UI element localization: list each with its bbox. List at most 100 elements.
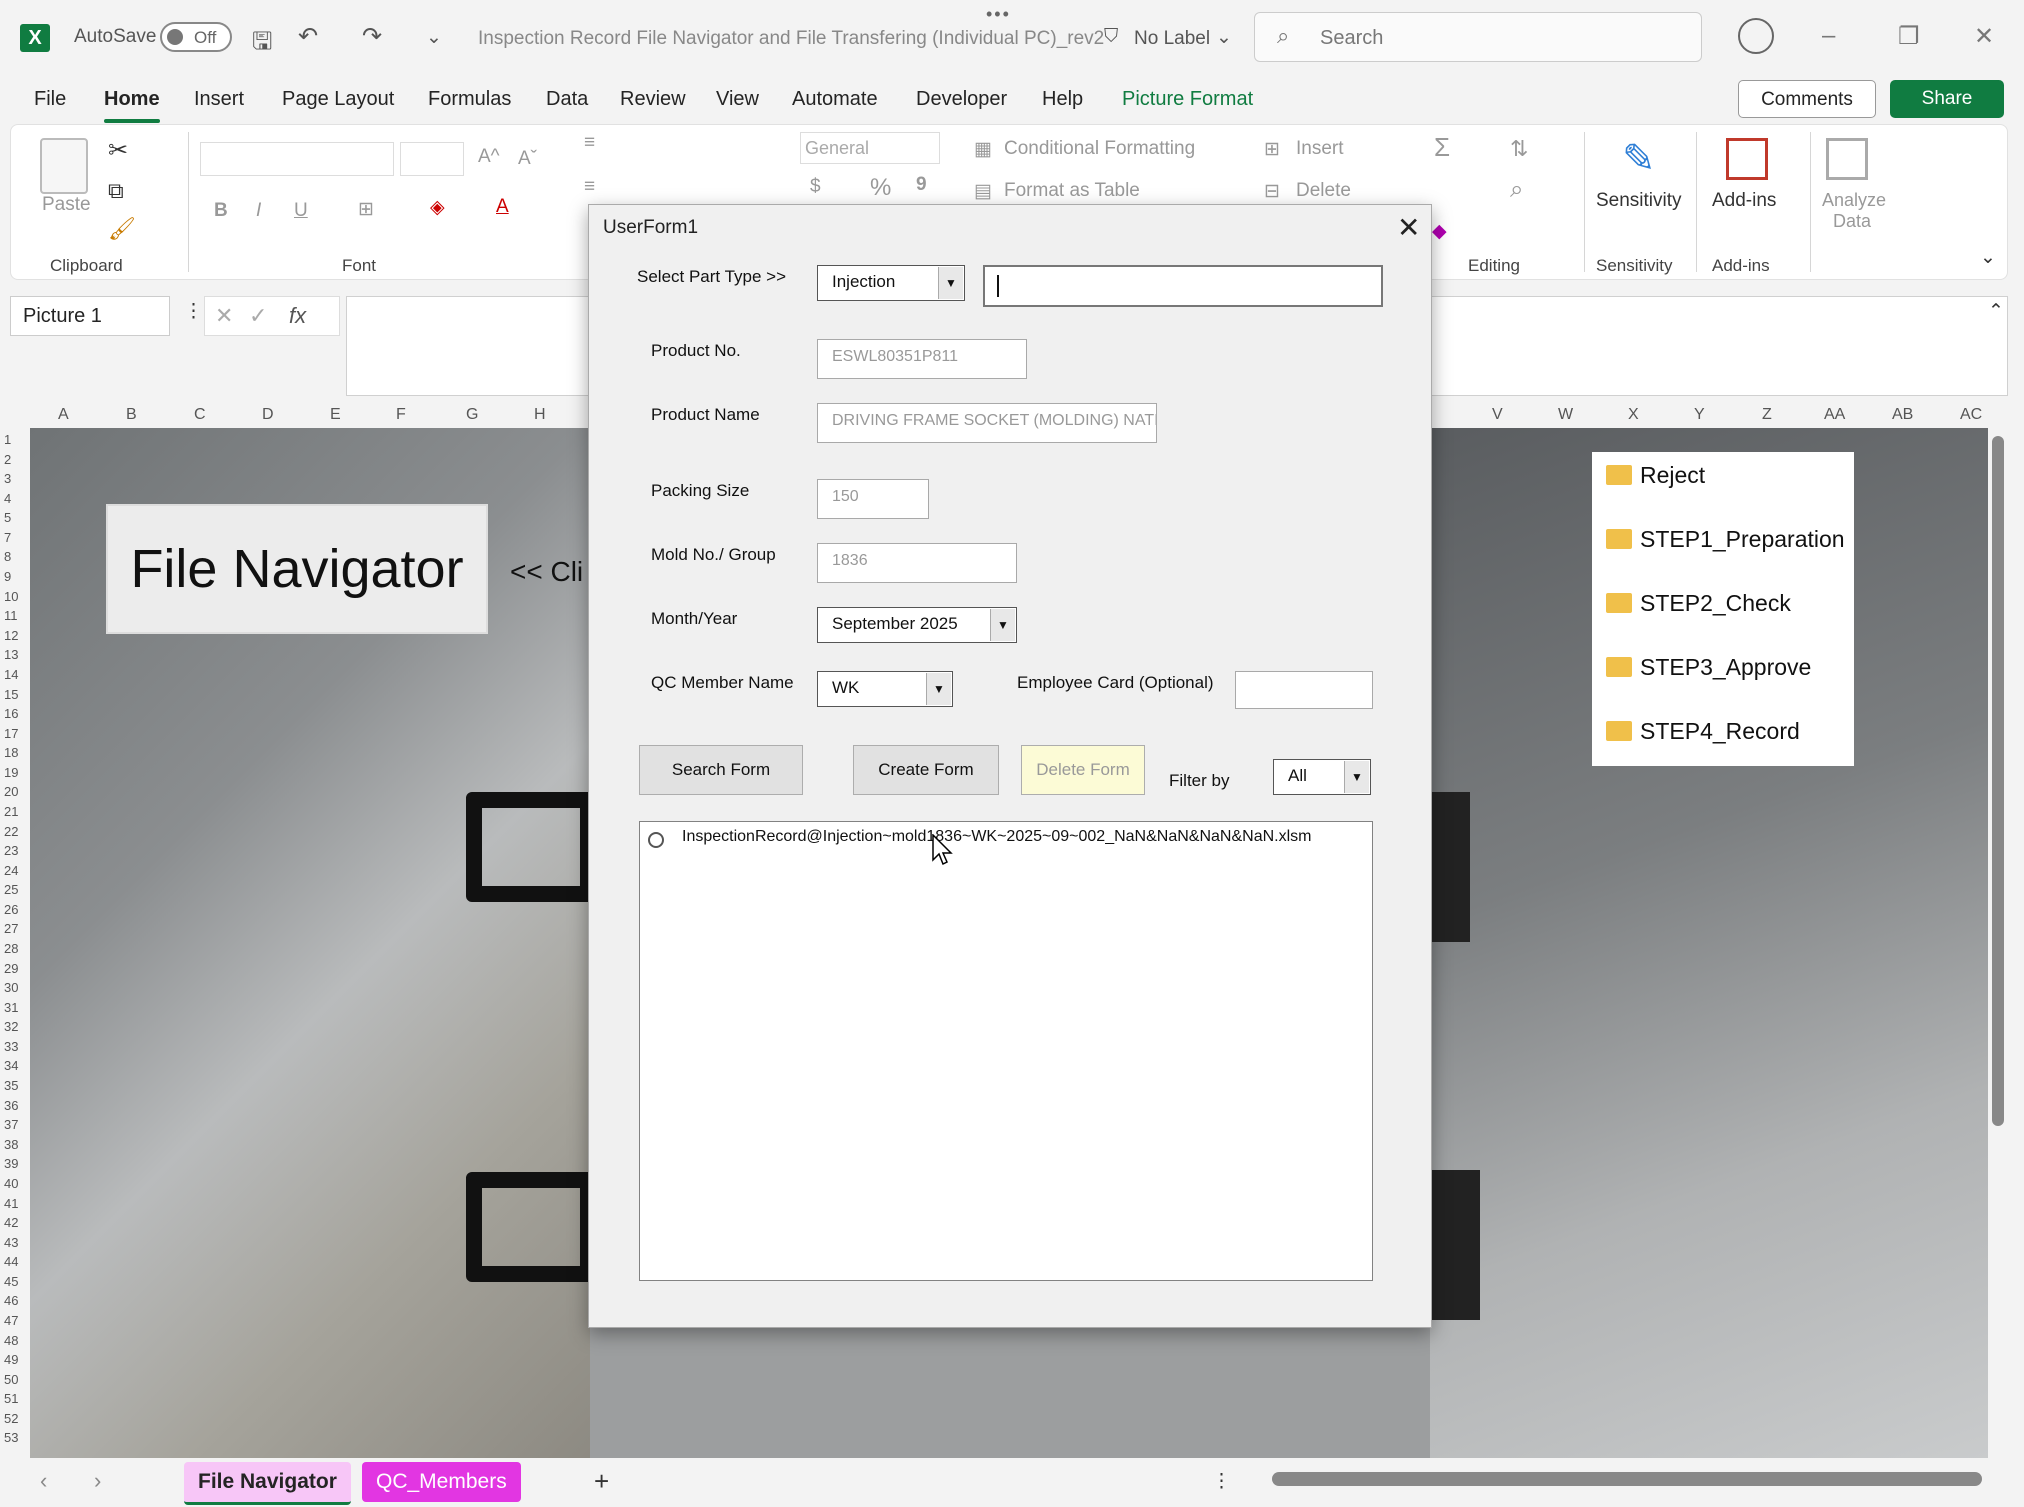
row-header[interactable]: 49 [4, 1352, 18, 1367]
monitor-icon[interactable] [466, 1172, 596, 1282]
tab-picture-format[interactable]: Picture Format [1122, 88, 1253, 111]
more-formula-icon[interactable]: ⋮ [184, 300, 203, 323]
folder-step1[interactable]: STEP1_Preparation [1606, 526, 1845, 553]
packing-size-field[interactable]: 150 [817, 479, 929, 519]
row-header[interactable]: 47 [4, 1313, 18, 1328]
column-header[interactable]: D [262, 406, 274, 424]
file-navigator-button[interactable]: File Navigator [106, 504, 488, 634]
column-header[interactable]: X [1628, 406, 1639, 424]
underline-button[interactable]: U [294, 200, 308, 222]
comma-button[interactable]: 9 [916, 174, 927, 196]
row-header[interactable]: 15 [4, 687, 18, 702]
row-header[interactable]: 4 [4, 491, 11, 506]
column-header[interactable]: B [126, 406, 137, 424]
sort-filter-icon[interactable]: ⇅ [1510, 136, 1528, 162]
insert-function-button[interactable]: fx [289, 303, 306, 329]
row-header[interactable]: 34 [4, 1058, 18, 1073]
tab-home[interactable]: Home [104, 88, 160, 123]
tab-automate[interactable]: Automate [792, 88, 878, 111]
autosave-toggle[interactable]: Off [160, 22, 232, 52]
enter-icon[interactable]: ✓ [249, 303, 267, 329]
row-header[interactable]: 45 [4, 1274, 18, 1289]
row-header[interactable]: 53 [4, 1430, 18, 1445]
row-header[interactable]: 23 [4, 843, 18, 858]
filter-select[interactable]: All ▼ [1273, 759, 1371, 795]
currency-button[interactable]: $ [810, 176, 821, 198]
avatar-icon[interactable] [1738, 18, 1774, 54]
row-header[interactable]: 30 [4, 980, 18, 995]
tab-help[interactable]: Help [1042, 88, 1083, 111]
number-format-select[interactable]: General [800, 132, 940, 164]
conditional-formatting-button[interactable]: Conditional Formatting [1004, 138, 1195, 160]
row-header[interactable]: 7 [4, 530, 11, 545]
delete-cells-icon[interactable]: ⊟ [1264, 180, 1280, 203]
tab-formulas[interactable]: Formulas [428, 88, 511, 111]
row-header[interactable]: 31 [4, 1000, 18, 1015]
more-options-icon[interactable]: ••• [986, 4, 1011, 25]
row-header[interactable]: 18 [4, 745, 18, 760]
row-header[interactable]: 14 [4, 667, 18, 682]
analyze-data-button[interactable]: Analyze Data [1822, 190, 1886, 232]
ribbon-collapse-icon[interactable]: ⌄ [1980, 246, 1996, 269]
sheet-tab-file-navigator[interactable]: File Navigator [184, 1462, 351, 1505]
dropdown-arrow-icon[interactable]: ▼ [1344, 761, 1369, 793]
insert-cells-button[interactable]: Insert [1296, 138, 1344, 160]
row-header[interactable]: 33 [4, 1039, 18, 1054]
row-header[interactable]: 46 [4, 1293, 18, 1308]
clear-icon[interactable]: ◆ [1432, 220, 1447, 243]
format-table-icon[interactable]: ▤ [974, 180, 992, 203]
add-sheet-button[interactable]: + [594, 1466, 609, 1497]
create-form-button[interactable]: Create Form [853, 745, 999, 795]
row-header[interactable]: 32 [4, 1019, 18, 1034]
row-header[interactable]: 9 [4, 569, 11, 584]
redo-icon[interactable]: ↷ [362, 22, 382, 51]
search-box[interactable]: ⌕ Search [1254, 12, 1702, 62]
align-left-icon[interactable]: ≡ [584, 176, 595, 198]
italic-button[interactable]: I [256, 200, 261, 222]
row-header[interactable]: 11 [4, 608, 18, 623]
sensitivity-button[interactable]: Sensitivity [1596, 190, 1682, 212]
part-type-select[interactable]: Injection ▼ [817, 265, 965, 301]
cut-icon[interactable]: ✂ [108, 136, 128, 165]
comments-button[interactable]: Comments [1738, 80, 1876, 118]
row-header[interactable]: 17 [4, 726, 18, 741]
sheet-tab-qc-members[interactable]: QC_Members [362, 1462, 521, 1502]
row-header[interactable]: 28 [4, 941, 18, 956]
column-header[interactable]: H [534, 406, 546, 424]
cancel-icon[interactable]: ✕ [215, 303, 233, 329]
tab-developer[interactable]: Developer [916, 88, 1007, 111]
row-header[interactable]: 40 [4, 1176, 18, 1191]
close-window-icon[interactable]: ✕ [1974, 22, 1994, 51]
horizontal-scroll-thumb[interactable] [1272, 1472, 1982, 1486]
folder-step4[interactable]: STEP4_Record [1606, 718, 1800, 745]
sensitivity-label[interactable]: No Label [1134, 28, 1210, 50]
paste-button[interactable]: Paste [42, 194, 91, 216]
find-select-icon[interactable]: ⌕ [1510, 176, 1523, 204]
conditional-formatting-icon[interactable]: ▦ [974, 138, 992, 161]
row-header[interactable]: 41 [4, 1196, 18, 1211]
font-family-select[interactable] [200, 142, 394, 176]
tab-insert[interactable]: Insert [194, 88, 244, 111]
column-header[interactable]: AA [1824, 406, 1845, 424]
row-header[interactable]: 12 [4, 628, 18, 643]
format-as-table-button[interactable]: Format as Table [1004, 180, 1140, 202]
decrease-font-icon[interactable]: Aˇ [518, 148, 537, 170]
column-header[interactable]: W [1558, 406, 1573, 424]
font-size-select[interactable] [400, 142, 464, 176]
month-year-select[interactable]: September 2025 ▼ [817, 607, 1017, 643]
row-header[interactable]: 39 [4, 1156, 18, 1171]
tab-data[interactable]: Data [546, 88, 588, 111]
row-header[interactable]: 13 [4, 647, 18, 662]
column-header[interactable]: E [330, 406, 341, 424]
row-header[interactable]: 26 [4, 902, 18, 917]
more-options-icon[interactable]: ⋮ [1212, 1470, 1231, 1493]
percent-button[interactable]: % [870, 174, 891, 202]
dropdown-arrow-icon[interactable]: ▼ [926, 673, 951, 705]
employee-card-field[interactable] [1235, 671, 1373, 709]
folder-reject[interactable]: Reject [1606, 462, 1705, 489]
copy-icon[interactable]: ⧉ [108, 178, 124, 204]
tab-file[interactable]: File [34, 88, 66, 111]
row-header[interactable]: 51 [4, 1391, 18, 1406]
column-header[interactable]: AB [1892, 406, 1913, 424]
row-header[interactable]: 22 [4, 824, 18, 839]
